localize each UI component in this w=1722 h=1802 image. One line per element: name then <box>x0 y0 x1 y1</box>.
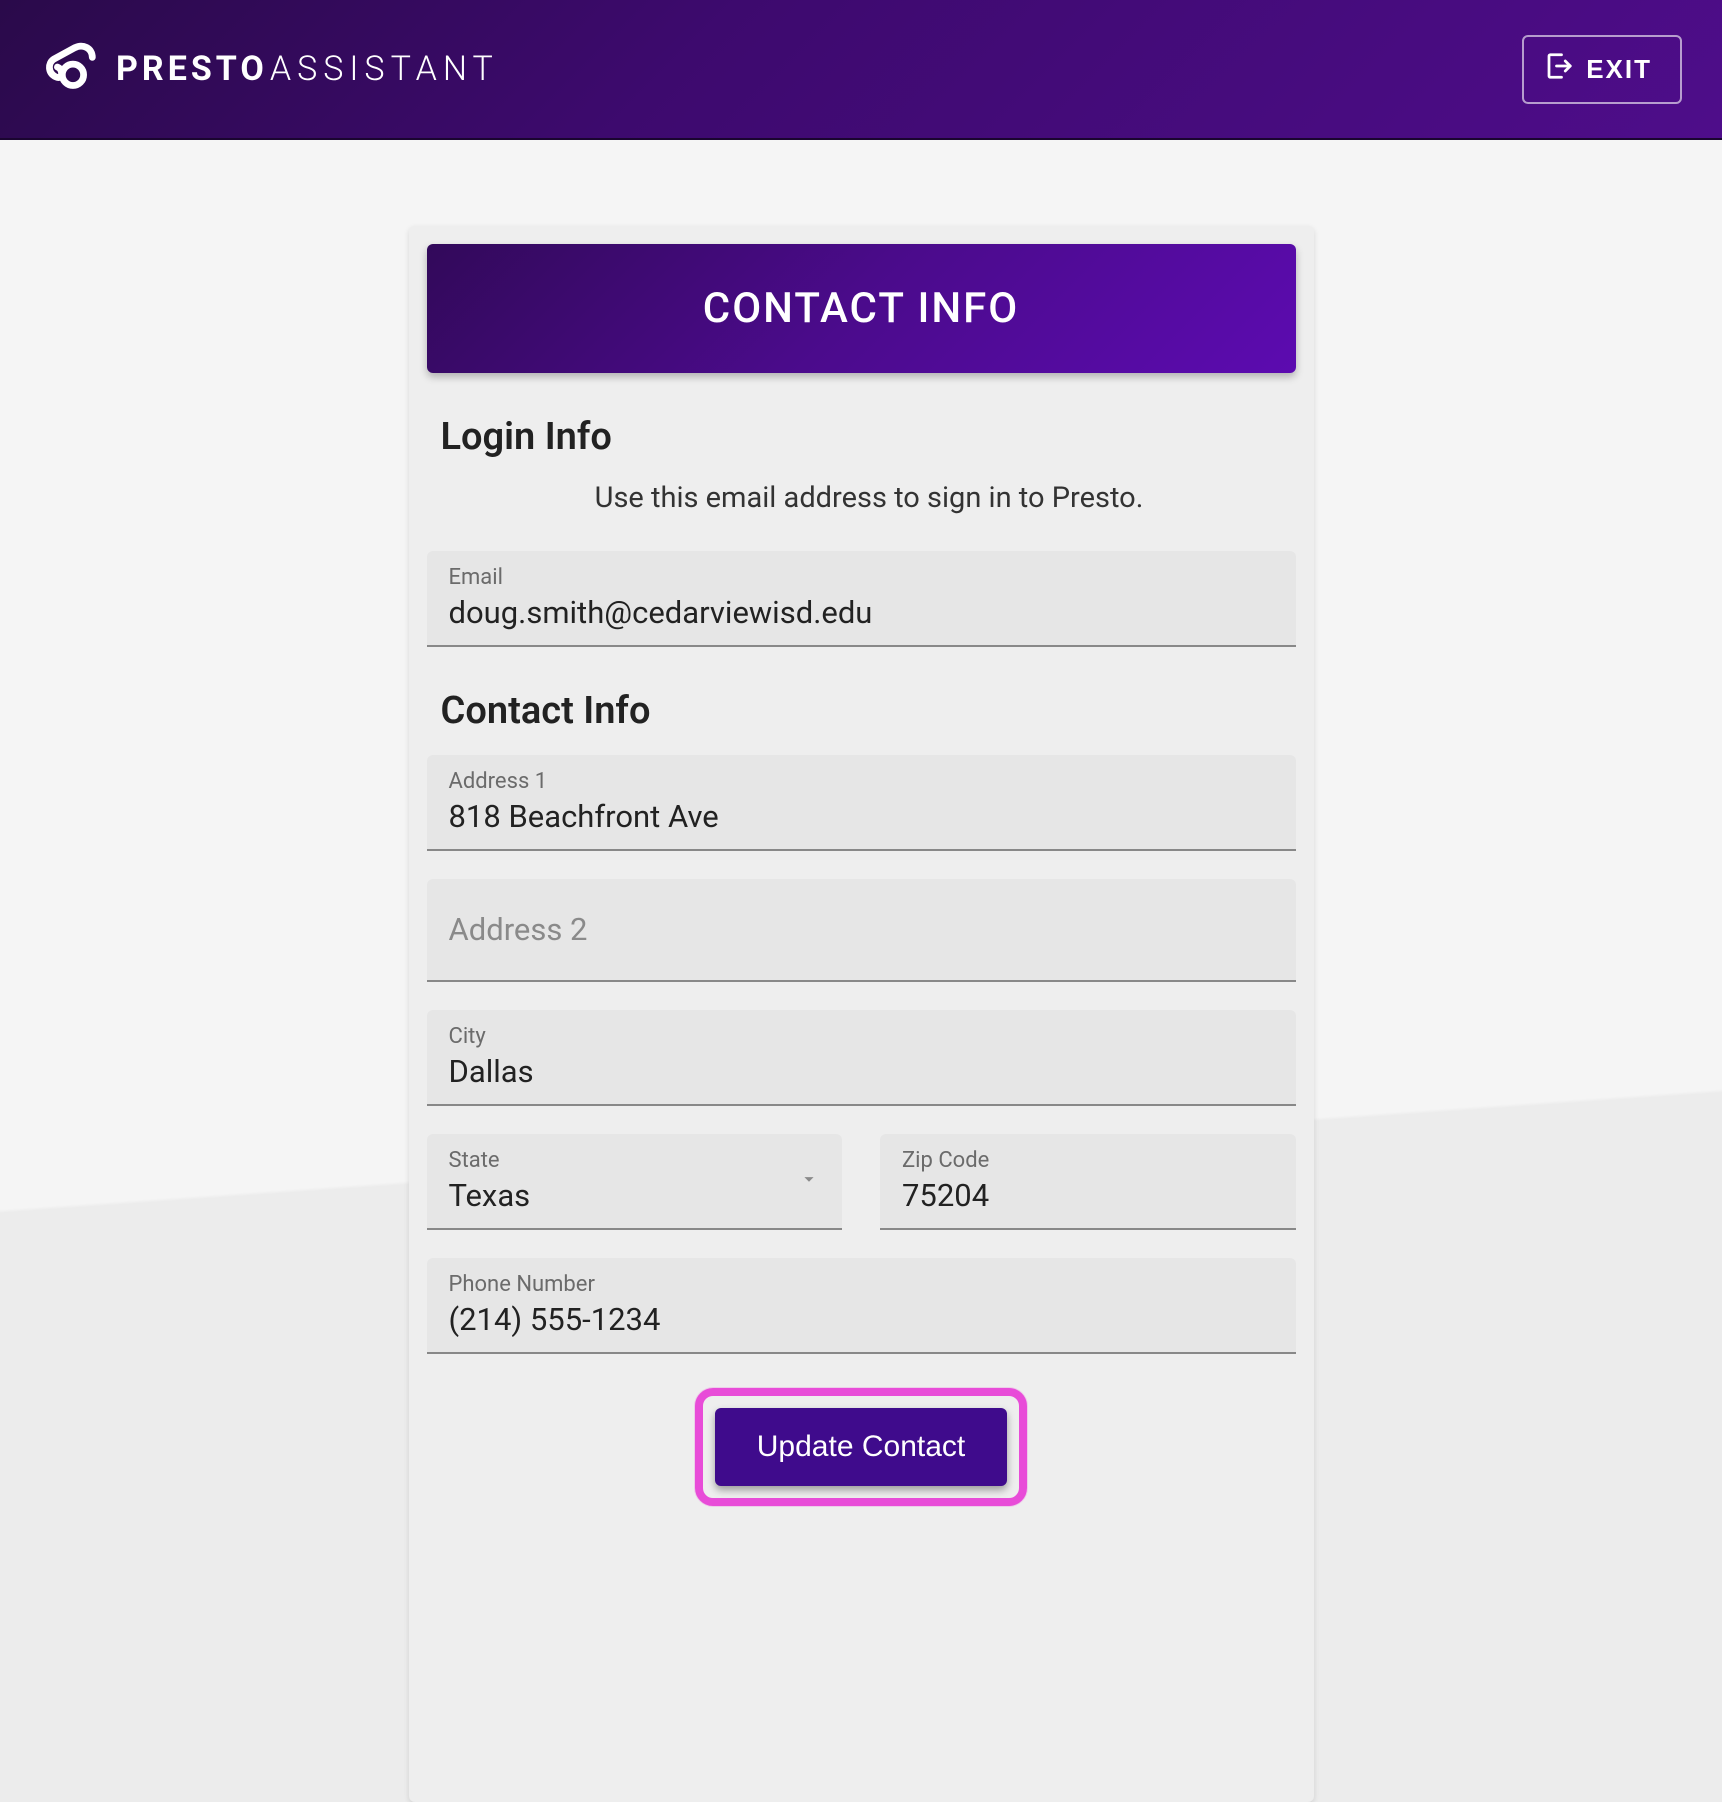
page-body: CONTACT INFO Login Info Use this email a… <box>0 140 1722 1802</box>
city-label: City <box>449 1024 1274 1049</box>
contact-card: CONTACT INFO Login Info Use this email a… <box>409 226 1314 1802</box>
brand-text-bold: PRESTO <box>116 49 268 89</box>
city-field[interactable] <box>449 1053 1274 1090</box>
contact-info-heading: Contact Info <box>441 689 1296 733</box>
presto-logo-icon <box>40 38 102 100</box>
city-field-wrap[interactable]: City <box>427 1010 1296 1106</box>
zip-label: Zip Code <box>902 1148 1274 1173</box>
submit-area: Update Contact <box>427 1382 1296 1518</box>
exit-button[interactable]: EXIT <box>1522 35 1682 104</box>
state-label: State <box>449 1148 821 1173</box>
phone-label: Phone Number <box>449 1272 1274 1297</box>
login-info-heading: Login Info <box>441 415 1296 459</box>
email-label: Email <box>449 565 1274 590</box>
exit-label: EXIT <box>1586 54 1652 85</box>
zip-field-wrap[interactable]: Zip Code <box>880 1134 1296 1230</box>
exit-icon <box>1544 51 1574 88</box>
address1-label: Address 1 <box>449 769 1274 794</box>
brand-logo: PRESTO ASSISTANT <box>40 38 499 100</box>
phone-field[interactable] <box>449 1301 1274 1338</box>
address1-field-wrap[interactable]: Address 1 <box>427 755 1296 851</box>
card-title: CONTACT INFO <box>427 244 1296 373</box>
email-field-wrap[interactable]: Email <box>427 551 1296 647</box>
app-header: PRESTO ASSISTANT EXIT <box>0 0 1722 140</box>
phone-field-wrap[interactable]: Phone Number <box>427 1258 1296 1354</box>
brand-text: PRESTO ASSISTANT <box>116 49 499 89</box>
login-helper-text: Use this email address to sign in to Pre… <box>443 481 1296 515</box>
state-field-wrap[interactable]: State <box>427 1134 843 1230</box>
update-contact-button[interactable]: Update Contact <box>715 1408 1007 1486</box>
brand-text-light: ASSISTANT <box>270 49 499 89</box>
address2-field[interactable] <box>449 911 1274 948</box>
address1-field[interactable] <box>449 798 1274 835</box>
address2-field-wrap[interactable] <box>427 879 1296 982</box>
state-select[interactable] <box>449 1177 821 1214</box>
email-field[interactable] <box>449 594 1274 631</box>
zip-field[interactable] <box>902 1177 1274 1214</box>
highlight-ring: Update Contact <box>695 1388 1027 1506</box>
